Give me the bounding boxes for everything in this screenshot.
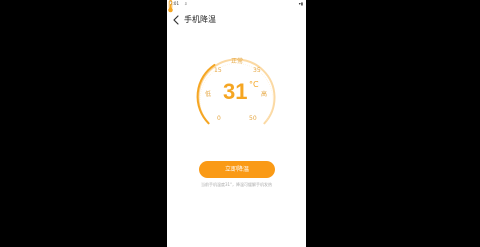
gauge-label-35: 35 [253,67,261,74]
gauge-label-normal: 正常 [231,58,244,65]
temperature-value: 31 [223,79,248,104]
temperature-gauge: 正常 15 35 低 高 0 50 31 °C [167,0,306,160]
gauge-label-15: 15 [214,67,222,74]
gauge-label-50: 50 [249,115,257,122]
gauge-label-0: 0 [217,115,221,122]
gauge-label-low: 低 [205,91,212,98]
thermometer-icon [168,0,173,13]
cool-down-button[interactable]: 立即降温 [199,161,275,178]
temperature-unit: °C [249,80,259,89]
phone-screen: 2:01 ⇩ ▾▮ 手机降温 正常 15 35 低 高 0 50 31 °C 立… [167,0,306,247]
gauge-label-high: 高 [261,91,268,98]
temperature-hint: 当前手机温度31°，降温可缓解手机发热 [200,182,273,187]
